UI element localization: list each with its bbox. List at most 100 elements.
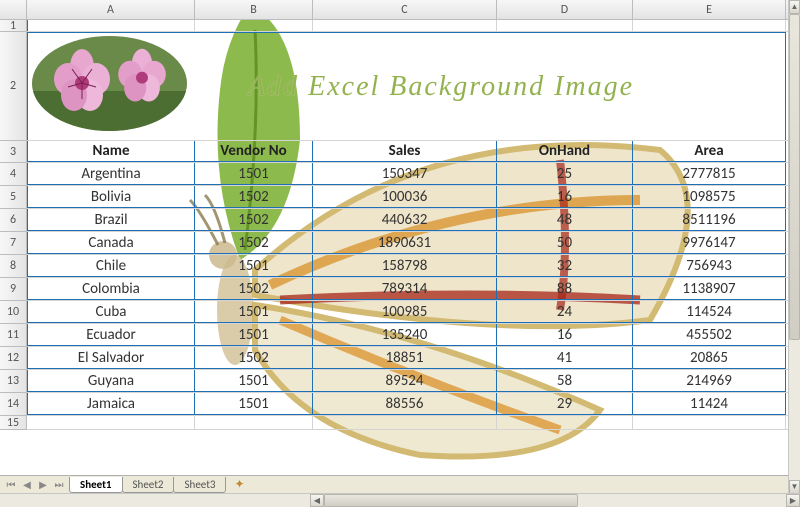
header-name[interactable]: Name	[27, 141, 195, 162]
cell-7-onhand[interactable]: 50	[497, 232, 633, 254]
cell-9-sales[interactable]: 789314	[313, 278, 497, 300]
cell-15-0[interactable]	[27, 416, 195, 429]
cell-6-sales[interactable]: 440632	[313, 209, 497, 231]
cell-13-vendor[interactable]: 1501	[195, 370, 313, 392]
row-header-13[interactable]: 13	[0, 370, 27, 393]
cell-15-2[interactable]	[313, 416, 497, 429]
tab-nav-first-icon[interactable]: ⏮	[4, 478, 18, 492]
col-header-A[interactable]: A	[27, 0, 195, 19]
header-sales[interactable]: Sales	[313, 141, 497, 162]
sheet-tab-3[interactable]: Sheet3	[173, 477, 226, 493]
cell-10-onhand[interactable]: 24	[497, 301, 633, 323]
sheet-tab-1[interactable]: Sheet1	[69, 477, 123, 493]
row-header-2[interactable]: 2	[0, 32, 27, 141]
row-header-11[interactable]: 11	[0, 324, 27, 347]
cell-11-name[interactable]: Ecuador	[27, 324, 195, 346]
scroll-down-icon[interactable]: ▼	[789, 480, 800, 494]
cell-9-name[interactable]: Colombia	[27, 278, 195, 300]
cell-1-4[interactable]	[633, 20, 786, 31]
cell-10-sales[interactable]: 100985	[313, 301, 497, 323]
row-header-7[interactable]: 7	[0, 232, 27, 255]
row-header-6[interactable]: 6	[0, 209, 27, 232]
sheet-tab-2[interactable]: Sheet2	[122, 477, 175, 493]
row-header-1[interactable]: 1	[0, 20, 27, 32]
cell-1-3[interactable]	[497, 20, 633, 31]
cell-7-sales[interactable]: 1890631	[313, 232, 497, 254]
col-header-C[interactable]: C	[313, 0, 497, 19]
cell-12-vendor[interactable]: 1502	[195, 347, 313, 369]
cell-7-area[interactable]: 9976147	[633, 232, 786, 254]
cell-6-area[interactable]: 8511196	[633, 209, 786, 231]
cell-1-0[interactable]	[27, 20, 195, 31]
cell-6-vendor[interactable]: 1502	[195, 209, 313, 231]
col-header-E[interactable]: E	[633, 0, 786, 19]
cell-5-vendor[interactable]: 1502	[195, 186, 313, 208]
cell-10-vendor[interactable]: 1501	[195, 301, 313, 323]
cell-9-area[interactable]: 1138907	[633, 278, 786, 300]
vertical-scrollbar[interactable]: ▲ ▼	[788, 0, 800, 494]
cell-6-onhand[interactable]: 48	[497, 209, 633, 231]
cell-15-4[interactable]	[633, 416, 786, 429]
row-header-4[interactable]: 4	[0, 163, 27, 186]
cell-8-name[interactable]: Chile	[27, 255, 195, 277]
row-header-14[interactable]: 14	[0, 393, 27, 416]
cell-13-name[interactable]: Guyana	[27, 370, 195, 392]
cell-5-name[interactable]: Bolivia	[27, 186, 195, 208]
cell-11-onhand[interactable]: 16	[497, 324, 633, 346]
header-area[interactable]: Area	[633, 141, 786, 162]
tab-nav-last-icon[interactable]: ⏭	[52, 478, 66, 492]
cell-15-3[interactable]	[497, 416, 633, 429]
row-header-10[interactable]: 10	[0, 301, 27, 324]
cell-14-vendor[interactable]: 1501	[195, 393, 313, 415]
cell-8-onhand[interactable]: 32	[497, 255, 633, 277]
cell-5-area[interactable]: 1098575	[633, 186, 786, 208]
row-header-5[interactable]: 5	[0, 186, 27, 209]
header-onhand[interactable]: OnHand	[497, 141, 633, 162]
row-header-3[interactable]: 3	[0, 141, 27, 163]
row-header-12[interactable]: 12	[0, 347, 27, 370]
header-vendor[interactable]: Vendor No	[195, 141, 313, 162]
cell-7-vendor[interactable]: 1502	[195, 232, 313, 254]
cell-7-name[interactable]: Canada	[27, 232, 195, 254]
cell-10-name[interactable]: Cuba	[27, 301, 195, 323]
tab-nav-prev-icon[interactable]: ◀	[20, 478, 34, 492]
cell-10-area[interactable]: 114524	[633, 301, 786, 323]
cell-11-vendor[interactable]: 1501	[195, 324, 313, 346]
row-header-15[interactable]: 15	[0, 416, 27, 430]
cell-14-onhand[interactable]: 29	[497, 393, 633, 415]
col-header-D[interactable]: D	[497, 0, 633, 19]
tab-nav-next-icon[interactable]: ▶	[36, 478, 50, 492]
cell-8-vendor[interactable]: 1501	[195, 255, 313, 277]
cell-9-onhand[interactable]: 88	[497, 278, 633, 300]
cell-4-area[interactable]: 2777815	[633, 163, 786, 185]
select-all-corner[interactable]	[0, 0, 27, 19]
cell-13-onhand[interactable]: 58	[497, 370, 633, 392]
cell-5-onhand[interactable]: 16	[497, 186, 633, 208]
cell-4-sales[interactable]: 150347	[313, 163, 497, 185]
cell-4-vendor[interactable]: 1501	[195, 163, 313, 185]
scroll-right-icon[interactable]: ▶	[786, 494, 800, 507]
cell-13-sales[interactable]: 89524	[313, 370, 497, 392]
cell-12-area[interactable]: 20865	[633, 347, 786, 369]
horizontal-scroll-thumb[interactable]	[324, 494, 578, 507]
cell-4-name[interactable]: Argentina	[27, 163, 195, 185]
cell-15-1[interactable]	[195, 416, 313, 429]
cell-12-name[interactable]: El Salvador	[27, 347, 195, 369]
cell-13-area[interactable]: 214969	[633, 370, 786, 392]
cell-14-area[interactable]: 11424	[633, 393, 786, 415]
horizontal-scrollbar[interactable]: ◀ ▶	[0, 493, 800, 507]
col-header-B[interactable]: B	[195, 0, 313, 19]
cell-6-name[interactable]: Brazil	[27, 209, 195, 231]
scroll-left-icon[interactable]: ◀	[310, 494, 324, 507]
cell-8-sales[interactable]: 158798	[313, 255, 497, 277]
cell-12-onhand[interactable]: 41	[497, 347, 633, 369]
cell-11-area[interactable]: 455502	[633, 324, 786, 346]
cell-11-sales[interactable]: 135240	[313, 324, 497, 346]
cell-14-sales[interactable]: 88556	[313, 393, 497, 415]
row-header-8[interactable]: 8	[0, 255, 27, 278]
cell-8-area[interactable]: 756943	[633, 255, 786, 277]
cell-5-sales[interactable]: 100036	[313, 186, 497, 208]
cell-1-2[interactable]	[313, 20, 497, 31]
cell-14-name[interactable]: Jamaica	[27, 393, 195, 415]
cell-9-vendor[interactable]: 1502	[195, 278, 313, 300]
